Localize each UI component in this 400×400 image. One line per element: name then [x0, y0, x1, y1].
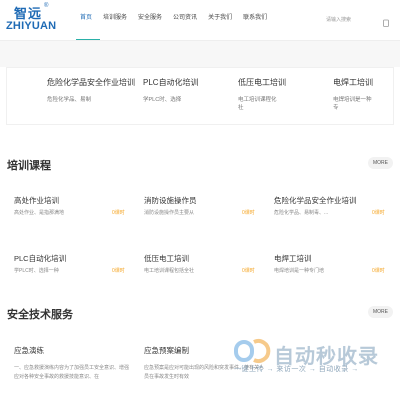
feature-item[interactable]: 电焊工培训 电焊培训是一种专 — [333, 78, 400, 112]
course-hours-badge: 0课时 — [242, 268, 255, 274]
course-title: 高处作业培训 — [14, 196, 59, 205]
feature-desc: 电工培训课程化社 — [238, 97, 277, 111]
course-hours-badge: 0课时 — [112, 268, 125, 274]
course-hours-badge: 0课时 — [112, 210, 125, 216]
safety-card-title: 应急演练 — [14, 346, 44, 355]
site-logo[interactable]: 智远 ® ZHIYUAN — [6, 3, 56, 37]
feature-item[interactable]: 危险化学品安全作业培训 危险化学品、易制 — [47, 78, 135, 104]
nav-news[interactable]: 公司资讯 — [173, 11, 197, 31]
feature-desc: 危险化学品、易制 — [47, 97, 92, 103]
course-hours-badge: 0课时 — [242, 210, 255, 216]
course-card[interactable]: PLC自动化培训 学PLC时、选择一种 0课时 — [14, 253, 134, 277]
feature-panel: 危险化学品安全作业培训 危险化学品、易制 PLC自动化培训 学PLC时、选择 低… — [6, 67, 394, 125]
course-card[interactable]: 低压电工培训 电工培训课程包括全社 0课时 — [144, 253, 264, 277]
main-nav: 首页 培训服务 安全服务 公司资讯 关于我们 联系我们 — [80, 11, 278, 31]
course-hours-badge: 0课时 — [372, 268, 385, 274]
safety-section-title: 安全技术服务 — [7, 309, 73, 321]
logo-english-text: ZHIYUAN — [6, 20, 57, 32]
feature-desc: 电焊培训是一种专 — [333, 97, 372, 111]
feature-item[interactable]: PLC自动化培训 学PLC时、选择 — [143, 78, 231, 104]
search-icon[interactable] — [382, 15, 390, 27]
feature-title: 危险化学品安全作业培训 — [47, 78, 135, 87]
feature-item[interactable]: 低压电工培训 电工培训课程化社 — [238, 78, 326, 112]
feature-title: PLC自动化培训 — [143, 78, 199, 87]
banner-band — [0, 41, 400, 67]
safety-card[interactable]: 应急演练 一、应急救援演练内容为了加强员工安全意识、增强应对各种安全事故的救援技… — [14, 345, 132, 382]
registered-mark: ® — [44, 3, 49, 9]
nav-safety[interactable]: 安全服务 — [138, 11, 162, 31]
training-section-title: 培训课程 — [7, 160, 51, 172]
search-box — [320, 12, 394, 28]
course-desc: 危险化学品、易制毒、... — [274, 210, 329, 216]
course-title: 低压电工培训 — [144, 254, 189, 263]
course-hours-badge: 0课时 — [372, 210, 385, 216]
nav-about[interactable]: 关于我们 — [208, 11, 232, 31]
search-input[interactable] — [326, 15, 376, 25]
course-title: PLC自动化培训 — [14, 254, 67, 263]
watermark-subtext: 一键上传 → 来访一次 → 自动收录 → — [234, 366, 359, 373]
safety-card-desc: 一、应急救援演练内容为了加强员工安全意识、增强应对各种安全事故的救援技能意识、在 — [14, 365, 130, 380]
course-desc: 学PLC时、选择一种 — [14, 268, 59, 274]
feature-desc: 学PLC时、选择 — [143, 97, 182, 103]
course-title: 电焊工培训 — [274, 254, 312, 263]
course-title: 消防设施操作员 — [144, 196, 197, 205]
course-desc: 电焊培训是一种专门培 — [274, 268, 325, 274]
training-more-button[interactable]: MORE — [368, 157, 393, 169]
feature-title: 低压电工培训 — [238, 78, 286, 87]
watermark-overlay: 自动秒收录 一键上传 → 来访一次 → 自动收录 → — [230, 336, 392, 376]
site-header: 智远 ® ZHIYUAN 首页 培训服务 安全服务 公司资讯 关于我们 联系我们 — [0, 0, 400, 41]
course-card[interactable]: 高处作业培训 高处作业、是指那满地 0课时 — [14, 195, 134, 219]
course-card[interactable]: 危险化学品安全作业培训 危险化学品、易制毒、... 0课时 — [274, 195, 394, 219]
course-card[interactable]: 电焊工培训 电焊培训是一种专门培 0课时 — [274, 253, 394, 277]
nav-contact[interactable]: 联系我们 — [243, 11, 267, 31]
course-desc: 消防设施操作员主要从 — [144, 210, 195, 216]
course-desc: 电工培训课程包括全社 — [144, 268, 195, 274]
nav-home[interactable]: 首页 — [80, 11, 92, 31]
safety-more-button[interactable]: MORE — [368, 306, 393, 318]
feature-title: 电焊工培训 — [333, 78, 373, 87]
course-card[interactable]: 消防设施操作员 消防设施操作员主要从 0课时 — [144, 195, 264, 219]
course-desc: 高处作业、是指那满地 — [14, 210, 65, 216]
course-title: 危险化学品安全作业培训 — [274, 196, 357, 205]
nav-training[interactable]: 培训服务 — [103, 11, 127, 31]
